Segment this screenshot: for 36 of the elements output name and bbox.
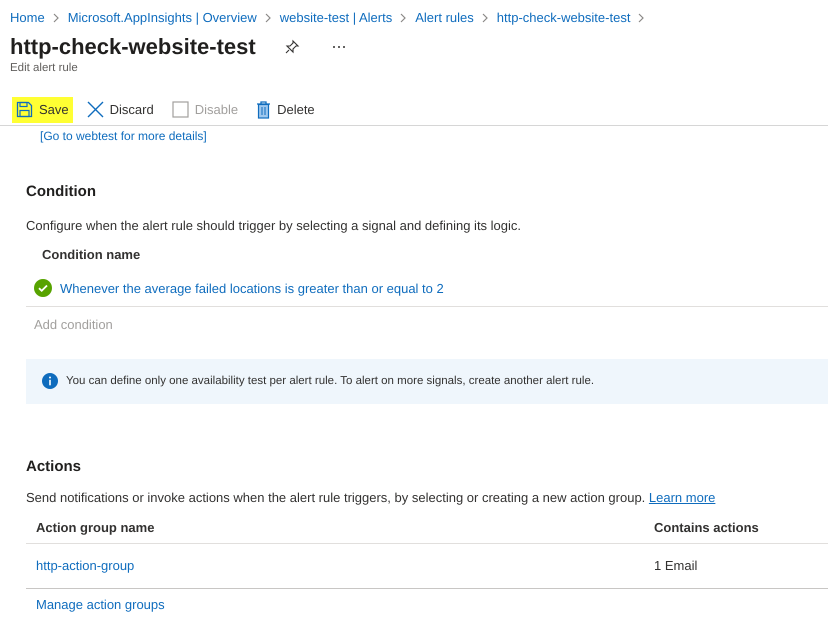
save-button[interactable]: Save (12, 97, 73, 123)
close-icon (86, 101, 104, 118)
page-title: http-check-website-test (10, 34, 256, 60)
manage-action-groups-link[interactable]: Manage action groups (36, 594, 165, 614)
discard-button[interactable]: Discard (82, 97, 158, 123)
column-header: Condition name (41, 246, 142, 264)
learn-more-link[interactable]: Learn more (648, 490, 716, 506)
trash-icon (256, 100, 272, 119)
chevron-right-icon (264, 12, 272, 23)
breadcrumb-link[interactable]: http-check-website-test (496, 8, 630, 28)
chevron-right-icon (400, 12, 408, 23)
pin-icon (284, 38, 300, 55)
webtest-link[interactable]: [Go to webtest for more details] (40, 126, 207, 145)
section-heading: Actions (26, 456, 82, 477)
info-text: You can define only one availability test per alert rule. To alert on more signals, create another alert rule. (66, 374, 594, 389)
column-header: Contains actions (654, 518, 759, 537)
ellipsis-icon (332, 44, 346, 49)
section-description: Send notifications or invoke actions when the alert rule triggers, by selecting or creating a new action group. Learn more (26, 489, 716, 508)
page-subtitle: Edit alert rule (9, 60, 79, 76)
breadcrumb-link[interactable]: Home (10, 8, 45, 28)
save-icon (16, 101, 33, 118)
breadcrumb-link[interactable]: website-test | Alerts (280, 8, 392, 28)
breadcrumb-link[interactable]: Microsoft.AppInsights | Overview (68, 8, 257, 28)
chevron-right-icon (638, 12, 646, 23)
table-cell-text: 1 Email (654, 557, 698, 576)
chevron-right-icon (52, 12, 60, 23)
checkbox-icon (172, 101, 189, 118)
condition-link[interactable]: Whenever the average failed locations is greater than or equal to 2 (60, 278, 444, 298)
delete-button[interactable]: Delete (252, 97, 319, 123)
breadcrumb-link[interactable]: Alert rules (415, 8, 474, 28)
section-description: Configure when the alert rule should trigger by selecting a signal and defining its logic. (26, 216, 522, 235)
chevron-right-icon (482, 12, 489, 23)
action-group-link[interactable]: http-action-group (36, 558, 134, 574)
column-header: Action group name (36, 518, 156, 537)
section-heading: Condition (26, 182, 97, 202)
info-icon (42, 373, 58, 390)
